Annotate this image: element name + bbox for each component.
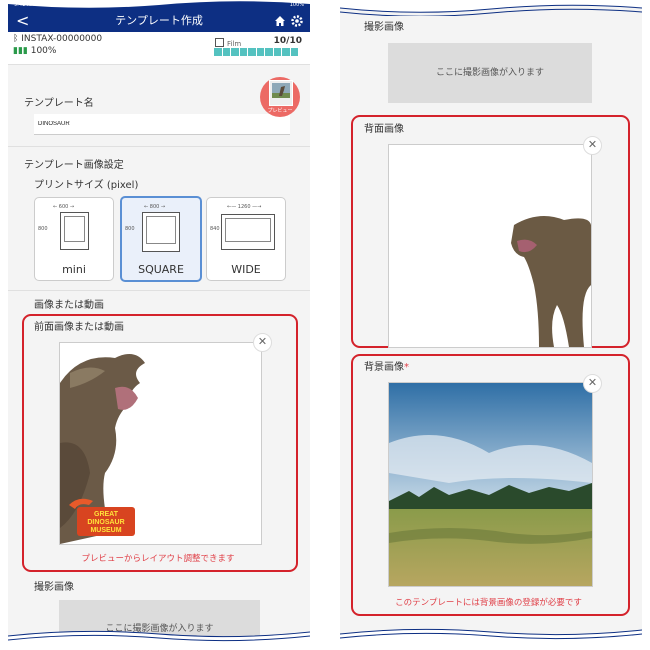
device-bar: ᛒ INSTAX-00000000 ▮▮▮ 100% Film 10/10 (8, 32, 310, 65)
right-screen: 撮影画像 ここに撮影画像が入ります 背面画像 ✕ 背景画像* ✕ このテンプレー… (340, 0, 642, 650)
background-image-note: このテンプレートには背景画像の登録が必要です (395, 598, 582, 608)
film-remaining-bar (214, 48, 298, 56)
template-name-label: テンプレート名 (24, 98, 94, 109)
svg-text:MUSEUM: MUSEUM (90, 527, 121, 534)
back-image-label: 背面画像 (364, 124, 404, 135)
divider (8, 146, 310, 147)
required-mark: * (404, 362, 409, 373)
size-option-mini[interactable]: ← 600 → 800 mini (34, 197, 114, 281)
left-screen: 9:41 AM Tue Sep 14 100% < テンプレート作成 ᛒ INS… (8, 0, 310, 650)
bottom-torn-edge (8, 630, 310, 650)
svg-text:GREAT: GREAT (94, 511, 119, 518)
device-battery: 100% (30, 46, 57, 56)
size-label-wide: WIDE (231, 263, 261, 276)
film-count: 10/10 (273, 36, 302, 46)
front-image-label: 前面画像または動画 (34, 322, 124, 333)
preview-thumbnail (269, 80, 293, 106)
battery-icon: ▮▮▮ (13, 46, 28, 56)
back-dinosaur-image (511, 216, 591, 347)
back-image-close-button[interactable]: ✕ (583, 136, 602, 155)
bottom-torn-edge (340, 628, 642, 650)
close-icon: ✕ (587, 376, 598, 389)
film-icon (215, 38, 224, 47)
front-image-slot[interactable]: GREAT DINOSAUR MUSEUM (59, 342, 262, 545)
background-image-slot[interactable] (388, 382, 593, 587)
size-label-mini: mini (62, 263, 86, 276)
great-dinosaur-museum-logo: GREAT DINOSAUR MUSEUM (69, 498, 135, 536)
size-label-square: SQUARE (138, 263, 184, 276)
capture-image-label: 撮影画像 (364, 22, 404, 33)
background-image-label: 背景画像 (364, 362, 404, 373)
template-name-input[interactable] (34, 114, 290, 135)
preview-button[interactable]: プレビュー (260, 77, 300, 117)
close-icon: ✕ (587, 138, 598, 151)
front-image-note: プレビューからレイアウト調整できます (81, 554, 235, 564)
back-image-slot[interactable] (388, 144, 592, 348)
wide-frame-icon (221, 214, 275, 250)
close-icon: ✕ (257, 335, 268, 348)
capture-image-placeholder: ここに撮影画像が入ります (388, 43, 592, 103)
image-or-video-label: 画像または動画 (34, 300, 104, 311)
square-frame-icon (142, 212, 180, 252)
device-name: INSTAX-00000000 (21, 34, 103, 44)
svg-text:DINOSAUR: DINOSAUR (87, 519, 124, 526)
divider (8, 290, 310, 291)
film-label: Film (227, 40, 242, 48)
background-landscape-image (389, 383, 592, 586)
background-image-close-button[interactable]: ✕ (583, 374, 602, 393)
size-option-wide[interactable]: ←— 1260 —→ 840 WIDE (206, 197, 286, 281)
mini-frame-icon (60, 212, 89, 250)
front-image-close-button[interactable]: ✕ (253, 333, 272, 352)
top-torn-edge (340, 0, 642, 16)
size-option-square[interactable]: ← 800 → 800 SQUARE (120, 196, 202, 282)
top-torn-edge (8, 0, 310, 8)
print-size-label: プリントサイズ (pixel) (34, 180, 139, 191)
capture-image-label: 撮影画像 (34, 582, 74, 593)
image-settings-label: テンプレート画像設定 (24, 160, 124, 171)
preview-label: プレビュー (267, 108, 293, 114)
